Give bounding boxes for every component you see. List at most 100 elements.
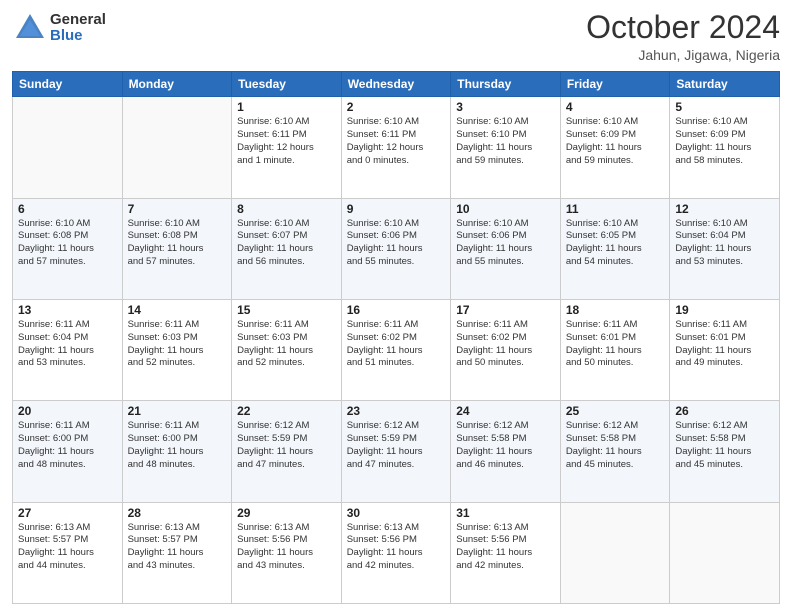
day-info: Sunrise: 6:13 AMSunset: 5:56 PMDaylight:… (456, 522, 555, 573)
table-row: 30 Sunrise: 6:13 AMSunset: 5:56 PMDayligh… (341, 502, 451, 603)
day-info: Sunrise: 6:12 AMSunset: 5:58 PMDaylight:… (675, 420, 774, 471)
logo-blue: Blue (50, 28, 106, 45)
day-info: Sunrise: 6:11 AMSunset: 6:00 PMDaylight:… (128, 420, 227, 471)
day-number: 1 (237, 100, 336, 114)
day-info: Sunrise: 6:13 AMSunset: 5:56 PMDaylight:… (237, 522, 336, 573)
table-row: 27Sunrise: 6:13 AMSunset: 5:57 PMDayligh… (13, 502, 123, 603)
day-info: Sunrise: 6:11 AMSunset: 6:04 PMDaylight:… (18, 319, 117, 370)
day-info: Sunrise: 6:10 AMSunset: 6:06 PMDaylight:… (347, 218, 446, 269)
day-info: Sunrise: 6:13 AMSunset: 5:57 PMDaylight:… (128, 522, 227, 573)
table-row: 29 Sunrise: 6:13 AMSunset: 5:56 PMDayligh… (232, 502, 342, 603)
day-number: 22 (237, 404, 336, 418)
day-number: 16 (347, 303, 446, 317)
day-number: 30 (347, 506, 446, 520)
day-info: Sunrise: 6:12 AMSunset: 5:58 PMDaylight:… (566, 420, 665, 471)
table-row: 17 Sunrise: 6:11 AMSunset: 6:02 PMDayligh… (451, 299, 561, 400)
day-info: Sunrise: 6:12 AMSunset: 5:58 PMDaylight:… (456, 420, 555, 471)
table-row: 1Sunrise: 6:10 AMSunset: 6:11 PMDaylight… (232, 97, 342, 198)
day-number: 23 (347, 404, 446, 418)
table-row: 14Sunrise: 6:11 AMSunset: 6:03 PMDayligh… (122, 299, 232, 400)
day-number: 19 (675, 303, 774, 317)
table-row: 4Sunrise: 6:10 AMSunset: 6:09 PMDaylight… (560, 97, 670, 198)
table-row (122, 97, 232, 198)
page: General Blue October 2024 Jahun, Jigawa,… (0, 0, 792, 612)
col-sunday: Sunday (13, 72, 123, 97)
table-row: 31 Sunrise: 6:13 AMSunset: 5:56 PMDayligh… (451, 502, 561, 603)
day-info: Sunrise: 6:10 AMSunset: 6:10 PMDaylight:… (456, 116, 555, 167)
col-friday: Friday (560, 72, 670, 97)
logo-icon (12, 10, 48, 46)
day-info: Sunrise: 6:10 AMSunset: 6:09 PMDaylight:… (675, 116, 774, 167)
col-wednesday: Wednesday (341, 72, 451, 97)
table-row: 26Sunrise: 6:12 AMSunset: 5:58 PMDayligh… (670, 401, 780, 502)
day-number: 27 (18, 506, 117, 520)
day-number: 24 (456, 404, 555, 418)
title-block: October 2024 Jahun, Jigawa, Nigeria (586, 10, 780, 63)
day-number: 21 (128, 404, 227, 418)
day-info: Sunrise: 6:11 AMSunset: 6:01 PMDaylight:… (675, 319, 774, 370)
day-number: 11 (566, 202, 665, 216)
table-row (13, 97, 123, 198)
day-info: Sunrise: 6:11 AMSunset: 6:01 PMDaylight:… (566, 319, 665, 370)
table-row: 9 Sunrise: 6:10 AMSunset: 6:06 PMDaylight… (341, 198, 451, 299)
table-row (560, 502, 670, 603)
day-number: 12 (675, 202, 774, 216)
table-row: 19 Sunrise: 6:11 AMSunset: 6:01 PMDayligh… (670, 299, 780, 400)
col-monday: Monday (122, 72, 232, 97)
table-row: 5Sunrise: 6:10 AMSunset: 6:09 PMDaylight… (670, 97, 780, 198)
calendar-week-5: 27 Sunrise: 6:13 AMSunset: 5:57 PMDayligh… (13, 502, 780, 603)
day-number: 3 (456, 100, 555, 114)
logo: General Blue (12, 10, 106, 46)
day-number: 9 (347, 202, 446, 216)
day-info: Sunrise: 6:10 AMSunset: 6:11 PMDaylight:… (347, 116, 446, 167)
day-info: Sunrise: 6:11 AMSunset: 6:02 PMDaylight:… (456, 319, 555, 370)
col-thursday: Thursday (451, 72, 561, 97)
table-row: 28 Sunrise: 6:13 AMSunset: 5:57 PMDayligh… (122, 502, 232, 603)
table-row: 6Sunrise: 6:10 AMSunset: 6:08 PMDaylight… (13, 198, 123, 299)
table-row: 8 Sunrise: 6:10 AMSunset: 6:07 PMDaylight… (232, 198, 342, 299)
table-row: 13Sunrise: 6:11 AMSunset: 6:04 PMDayligh… (13, 299, 123, 400)
day-number: 20 (18, 404, 117, 418)
calendar-week-1: 1 Sunrise: 6:10 AMSunset: 6:11 PMDaylight… (13, 97, 780, 198)
day-info: Sunrise: 6:10 AMSunset: 6:06 PMDaylight:… (456, 218, 555, 269)
header: General Blue October 2024 Jahun, Jigawa,… (12, 10, 780, 63)
day-number: 18 (566, 303, 665, 317)
table-row: 24 Sunrise: 6:12 AMSunset: 5:58 PMDayligh… (451, 401, 561, 502)
day-info: Sunrise: 6:11 AMSunset: 6:03 PMDaylight:… (237, 319, 336, 370)
table-row: 3 Sunrise: 6:10 AMSunset: 6:10 PMDaylight… (451, 97, 561, 198)
logo-text: General Blue (50, 12, 106, 45)
table-row: 20Sunrise: 6:11 AMSunset: 6:00 PMDayligh… (13, 401, 123, 502)
day-number: 8 (237, 202, 336, 216)
location: Jahun, Jigawa, Nigeria (586, 47, 780, 63)
day-info: Sunrise: 6:12 AMSunset: 5:59 PMDaylight:… (237, 420, 336, 471)
table-row: 10 Sunrise: 6:10 AMSunset: 6:06 PMDayligh… (451, 198, 561, 299)
day-number: 15 (237, 303, 336, 317)
day-info: Sunrise: 6:10 AMSunset: 6:05 PMDaylight:… (566, 218, 665, 269)
day-number: 29 (237, 506, 336, 520)
day-info: Sunrise: 6:11 AMSunset: 6:02 PMDaylight:… (347, 319, 446, 370)
calendar-table: Sunday Monday Tuesday Wednesday Thursday… (12, 71, 780, 604)
table-row: 11 Sunrise: 6:10 AMSunset: 6:05 PMDayligh… (560, 198, 670, 299)
day-info: Sunrise: 6:10 AMSunset: 6:07 PMDaylight:… (237, 218, 336, 269)
day-number: 28 (128, 506, 227, 520)
logo-general: General (50, 12, 106, 29)
day-info: Sunrise: 6:13 AMSunset: 5:56 PMDaylight:… (347, 522, 446, 573)
day-number: 10 (456, 202, 555, 216)
day-number: 4 (566, 100, 665, 114)
header-row: Sunday Monday Tuesday Wednesday Thursday… (13, 72, 780, 97)
day-number: 14 (128, 303, 227, 317)
table-row: 18 Sunrise: 6:11 AMSunset: 6:01 PMDayligh… (560, 299, 670, 400)
day-number: 31 (456, 506, 555, 520)
day-number: 6 (18, 202, 117, 216)
day-info: Sunrise: 6:12 AMSunset: 5:59 PMDaylight:… (347, 420, 446, 471)
day-info: Sunrise: 6:10 AMSunset: 6:08 PMDaylight:… (128, 218, 227, 269)
day-number: 17 (456, 303, 555, 317)
day-number: 25 (566, 404, 665, 418)
table-row: 22 Sunrise: 6:12 AMSunset: 5:59 PMDayligh… (232, 401, 342, 502)
table-row: 25 Sunrise: 6:12 AMSunset: 5:58 PMDayligh… (560, 401, 670, 502)
table-row: 21 Sunrise: 6:11 AMSunset: 6:00 PMDayligh… (122, 401, 232, 502)
table-row: 12Sunrise: 6:10 AMSunset: 6:04 PMDayligh… (670, 198, 780, 299)
table-row: 15 Sunrise: 6:11 AMSunset: 6:03 PMDayligh… (232, 299, 342, 400)
day-number: 7 (128, 202, 227, 216)
table-row (670, 502, 780, 603)
